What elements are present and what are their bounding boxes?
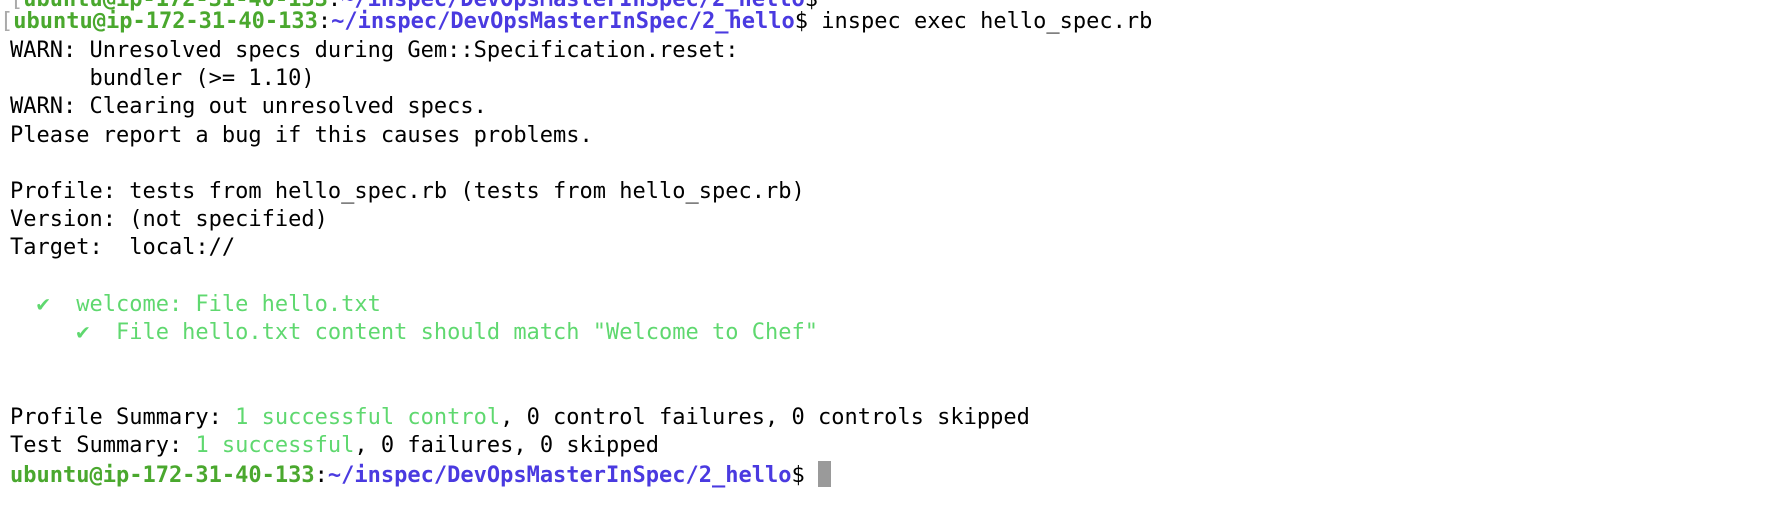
prompt-symbol: $ <box>794 9 822 34</box>
line-bracket: [ <box>0 9 14 34</box>
warn-unresolved-line: WARN: Unresolved specs during Gem::Speci… <box>10 38 739 63</box>
current-prompt-line[interactable]: ubuntu@ip-172-31-40-133:~/inspec/DevOpsM… <box>10 461 831 489</box>
prompt-user-host: ubuntu@ip-172-31-40-133 <box>13 9 318 34</box>
prompt-cwd: ~/inspec/DevOpsMasterInSpec/2_hello <box>327 463 792 488</box>
test-summary-success: 1 successful <box>195 433 355 458</box>
profile-summary-line: Profile Summary: 1 successful control, 0… <box>10 404 1030 432</box>
profile-summary-rest: , 0 control failures, 0 controls skipped <box>500 405 1030 430</box>
profile-line: Profile: tests from hello_spec.rb (tests… <box>10 179 805 204</box>
terminal-window[interactable]: [ubuntu@ip-172-31-40-133:~/inspec/DevOps… <box>0 0 1768 526</box>
test-summary-label: Test Summary: <box>10 433 196 458</box>
prompt-cwd: ~/inspec/DevOpsMasterInSpec/2_hello <box>331 9 795 34</box>
version-line: Version: (not specified) <box>10 207 328 232</box>
prompt-user-host: ubuntu@ip-172-31-40-133 <box>10 463 315 488</box>
report-bug-line: Please report a bug if this causes probl… <box>10 123 593 148</box>
command-text: inspec exec hello_spec.rb <box>821 9 1153 34</box>
command-prompt-line: [ubuntu@ip-172-31-40-133:~/inspec/DevOps… <box>0 8 1152 36</box>
warn-clearing-line: WARN: Clearing out unresolved specs. <box>10 94 487 119</box>
control-check-line: ✔ File hello.txt content should match "W… <box>10 320 818 345</box>
profile-summary-success: 1 successful control <box>235 405 501 430</box>
test-summary-rest: , 0 failures, 0 skipped <box>354 433 660 458</box>
prompt-separator: : <box>314 463 328 488</box>
prompt-symbol: $ <box>791 463 818 488</box>
control-result-line: ✔ welcome: File hello.txt <box>10 292 381 317</box>
target-line: Target: local:// <box>10 235 236 260</box>
prompt-separator: : <box>317 9 332 34</box>
test-summary-line: Test Summary: 1 successful, 0 failures, … <box>10 432 659 460</box>
terminal-cursor[interactable] <box>817 461 831 487</box>
profile-summary-label: Profile Summary: <box>10 405 236 430</box>
warn-bundler-line: bundler (>= 1.10) <box>10 66 315 91</box>
